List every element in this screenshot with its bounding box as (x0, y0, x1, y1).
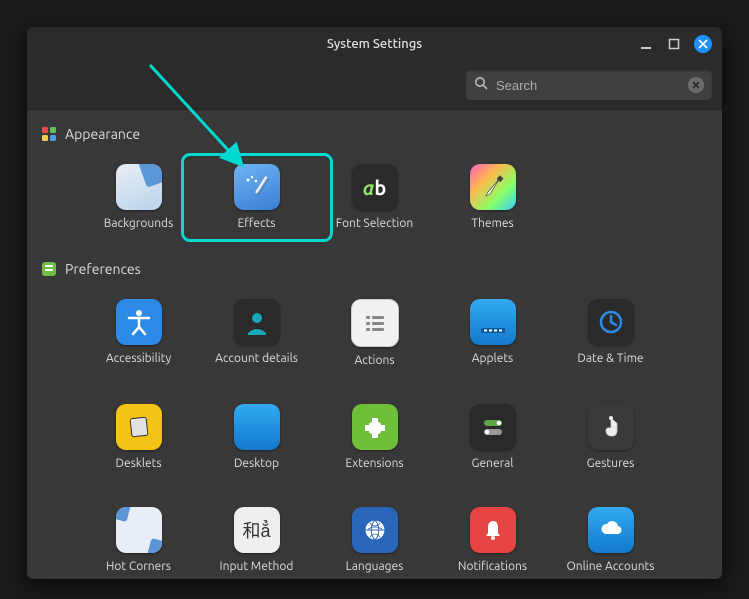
preferences-grid: Accessibility Account details Actions Ap… (35, 281, 714, 579)
desklets-icon (116, 404, 162, 450)
item-label: Applets (472, 351, 514, 366)
accessibility-icon (116, 299, 162, 345)
item-actions[interactable]: Actions (316, 295, 434, 372)
item-accessibility[interactable]: Accessibility (80, 295, 198, 372)
item-backgrounds[interactable]: Backgrounds (80, 160, 198, 235)
item-label: Font Selection (336, 216, 413, 231)
item-label: Desklets (115, 456, 161, 471)
item-account-details[interactable]: Account details (198, 295, 316, 372)
item-label: Notifications (458, 559, 527, 574)
section-title: Appearance (65, 126, 140, 142)
item-label: Extensions (345, 456, 403, 471)
date-time-icon (588, 299, 634, 345)
window-controls (638, 27, 712, 61)
search-input[interactable] (494, 77, 688, 94)
hot-corners-icon (116, 507, 162, 553)
item-effects[interactable]: Effects (186, 158, 328, 237)
item-label: Gestures (587, 456, 635, 471)
item-date-time[interactable]: Date & Time (552, 295, 670, 372)
minimize-button[interactable] (638, 36, 654, 52)
account-details-icon (234, 299, 280, 345)
extensions-icon (352, 404, 398, 450)
item-font-selection[interactable]: ab Font Selection (316, 160, 434, 235)
item-applets[interactable]: Applets (434, 295, 552, 372)
backgrounds-icon (116, 164, 162, 210)
font-selection-icon: ab (352, 164, 398, 210)
item-label: Themes (471, 216, 513, 231)
online-accounts-icon (588, 507, 634, 553)
item-label: Accessibility (106, 351, 171, 366)
effects-icon (234, 164, 280, 210)
item-gestures[interactable]: Gestures (552, 400, 670, 475)
item-desklets[interactable]: Desklets (80, 400, 198, 475)
system-settings-window: System Settings (27, 27, 722, 579)
item-online-accounts[interactable]: Online Accounts (552, 503, 670, 578)
item-label: Desktop (234, 456, 279, 471)
languages-icon (352, 507, 398, 553)
item-languages[interactable]: Languages (316, 503, 434, 578)
maximize-button[interactable] (666, 36, 682, 52)
item-label: General (472, 456, 514, 471)
applets-icon (470, 299, 516, 345)
preferences-section-icon (41, 261, 57, 277)
item-label: Account details (215, 351, 298, 366)
section-header-appearance: Appearance (35, 118, 714, 146)
close-button[interactable] (694, 35, 712, 53)
item-input-method[interactable]: 和ẳ Input Method (198, 503, 316, 578)
item-label: Online Accounts (567, 559, 655, 574)
item-extensions[interactable]: Extensions (316, 400, 434, 475)
item-label: Date & Time (577, 351, 643, 366)
item-hot-corners[interactable]: Hot Corners (80, 503, 198, 578)
desktop-icon (234, 404, 280, 450)
actions-icon (351, 299, 399, 347)
window-title: System Settings (327, 37, 422, 51)
item-label: Hot Corners (106, 559, 171, 574)
item-themes[interactable]: Themes (434, 160, 552, 235)
input-method-icon: 和ẳ (234, 507, 280, 553)
toolbar (27, 61, 722, 110)
item-label: Input Method (220, 559, 294, 574)
titlebar: System Settings (27, 27, 722, 61)
section-title: Preferences (65, 261, 141, 277)
item-notifications[interactable]: Notifications (434, 503, 552, 578)
themes-icon (470, 164, 516, 210)
search-field[interactable] (466, 70, 712, 100)
gestures-icon (588, 404, 634, 450)
item-label: Effects (238, 216, 276, 231)
appearance-section-icon (41, 126, 57, 142)
section-header-preferences: Preferences (35, 253, 714, 281)
clear-search-icon[interactable] (688, 77, 704, 93)
item-general[interactable]: General (434, 400, 552, 475)
appearance-grid: Backgrounds Effects ab Font Selection (35, 146, 714, 253)
general-icon (470, 404, 516, 450)
content-area: Appearance Backgrounds Effects (27, 110, 722, 579)
notifications-icon (470, 507, 516, 553)
item-label: Actions (354, 353, 394, 368)
search-icon (474, 76, 488, 94)
item-label: Languages (346, 559, 404, 574)
item-label: Backgrounds (104, 216, 174, 231)
item-desktop[interactable]: Desktop (198, 400, 316, 475)
